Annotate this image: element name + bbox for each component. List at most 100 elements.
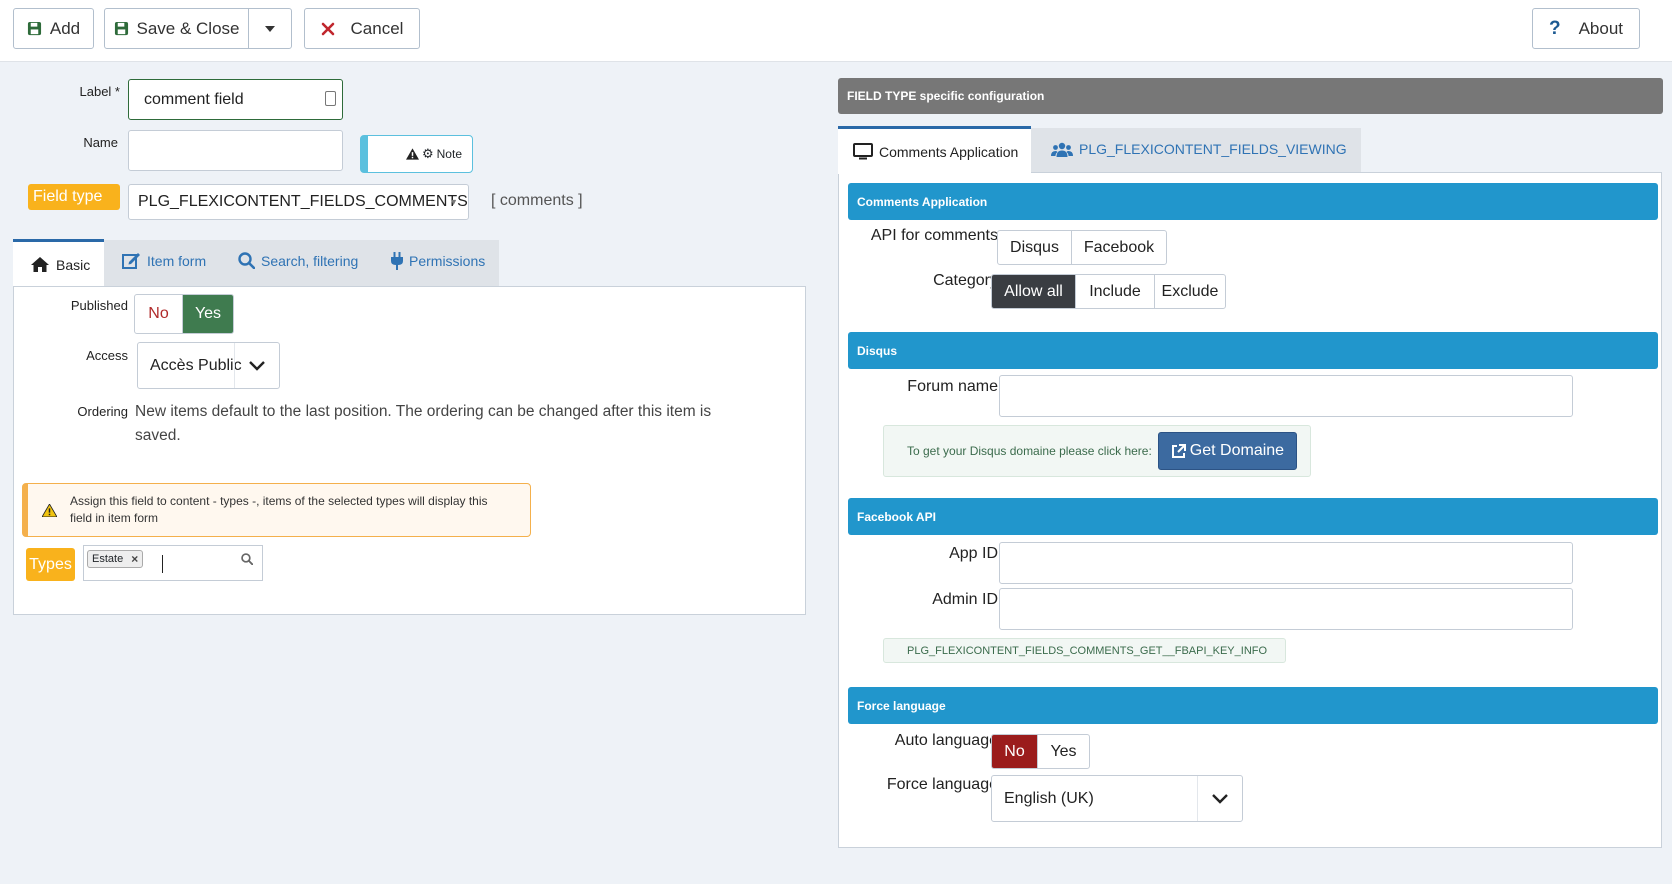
warning-icon [405, 148, 419, 160]
section-force-language: Force language [848, 687, 1658, 724]
question-icon: ? [1548, 17, 1561, 39]
contact-card-icon [325, 91, 336, 106]
caret-down-icon [265, 25, 275, 32]
toolbar: Add Save & Close Cancel ? About [0, 0, 1672, 62]
field-type-badge: Field type [28, 184, 120, 210]
cancel-button-label: Cancel [350, 18, 404, 38]
disqus-info-text: To get your Disqus domaine please click … [907, 444, 1152, 458]
field-type-config-header: FIELD TYPE specific configuration [838, 78, 1663, 114]
name-input[interactable] [128, 130, 343, 171]
admin-id-label: Admin ID [932, 591, 998, 608]
tab-viewing-label: PLG_FLEXICONTENT_FIELDS_VIEWING [1079, 141, 1347, 157]
field-type-code: [ comments ] [491, 192, 583, 209]
types-multiselect[interactable]: Estate × [83, 545, 263, 581]
admin-id-input[interactable] [999, 588, 1573, 630]
note-label: Note [436, 147, 462, 161]
force-language-value: English (UK) [1004, 789, 1094, 807]
add-button-label: Add [49, 18, 81, 38]
home-icon [31, 257, 49, 272]
types-search-caret[interactable] [162, 555, 163, 573]
fbapi-info: PLG_FLEXICONTENT_FIELDS_COMMENTS_GET__FB… [883, 638, 1286, 663]
remove-tag-icon[interactable]: × [131, 552, 138, 566]
name-field-label: Name [83, 135, 118, 150]
access-label: Access [86, 348, 128, 363]
tab-basic-label: Basic [56, 256, 91, 273]
category-label: Category [933, 272, 998, 289]
auto-language-toggle[interactable]: No Yes [991, 734, 1090, 769]
published-label: Published [70, 298, 128, 313]
monitor-icon [853, 143, 873, 160]
fbapi-info-text: PLG_FLEXICONTENT_FIELDS_COMMENTS_GET__FB… [907, 644, 1268, 657]
about-button-label: About [1578, 18, 1624, 38]
tab-permissions-label: Permissions [409, 253, 486, 269]
tab-basic[interactable]: Basic [13, 239, 104, 287]
tab-viewing[interactable]: PLG_FLEXICONTENT_FIELDS_VIEWING [1051, 141, 1347, 157]
types-badge: Types [26, 548, 75, 581]
section-comments-application: Comments Application [848, 183, 1658, 220]
category-include-option[interactable]: Include [1076, 275, 1155, 308]
save-icon [27, 21, 41, 36]
published-no-option[interactable]: No [135, 295, 183, 333]
note-button[interactable]: ⚙ Note [360, 135, 473, 173]
tab-item-form-label: Item form [147, 252, 207, 269]
forum-name-label: Forum name [907, 378, 998, 395]
label-input[interactable]: comment field [128, 79, 343, 120]
auto-language-label: Auto language [894, 732, 998, 749]
field-type-select[interactable]: PLG_FLEXICONTENT_FIELDS_COMMENTS ▼ [128, 184, 469, 220]
category-exclude-option[interactable]: Exclude [1155, 275, 1225, 308]
auto-language-yes-option[interactable]: Yes [1038, 735, 1089, 768]
get-domaine-button[interactable]: Get Domaine [1157, 432, 1298, 470]
force-language-label: Force language [886, 776, 998, 793]
forum-name-input[interactable] [999, 375, 1573, 417]
section-disqus: Disqus [848, 332, 1658, 369]
get-domaine-label: Get Domaine [1189, 442, 1285, 459]
save-options-dropdown[interactable] [248, 8, 292, 49]
tab-search-filtering-label: Search, filtering [261, 252, 359, 269]
cancel-button[interactable]: Cancel [304, 8, 420, 49]
category-toggle[interactable]: Allow all Include Exclude [991, 274, 1226, 309]
add-button[interactable]: Add [13, 8, 94, 49]
force-language-select[interactable]: English (UK) [991, 775, 1243, 822]
users-icon [1051, 142, 1073, 157]
save-close-button[interactable]: Save & Close [104, 8, 249, 49]
field-type-value: PLG_FLEXICONTENT_FIELDS_COMMENTS [138, 193, 468, 210]
chevron-down-icon [234, 343, 279, 388]
label-input-value: comment field [144, 90, 244, 108]
tab-comments-application[interactable]: Comments Application [838, 126, 1031, 174]
api-for-comments-toggle[interactable]: Disqus Facebook [997, 230, 1167, 265]
gear-icon: ⚙ [421, 146, 434, 161]
category-allow-all-option[interactable]: Allow all [992, 275, 1076, 308]
close-icon [321, 22, 334, 35]
edit-icon [122, 253, 140, 269]
disqus-domaine-info: To get your Disqus domaine please click … [883, 425, 1311, 477]
published-toggle[interactable]: No Yes [134, 294, 234, 334]
tab-comments-application-label: Comments Application [879, 143, 1019, 160]
ordering-label: Ordering [77, 404, 128, 419]
api-disqus-option[interactable]: Disqus [998, 231, 1072, 264]
ordering-text: New items default to the last position. … [135, 403, 712, 444]
external-link-icon [1171, 443, 1186, 458]
access-select[interactable]: Accès Public [137, 342, 280, 389]
types-warning-text: Assign this field to content - types -, … [70, 494, 488, 525]
app-id-label: App ID [949, 545, 998, 562]
section-facebook-api: Facebook API [848, 498, 1658, 535]
tab-item-form[interactable]: Item form [122, 252, 206, 269]
caret-down-icon: ▼ [449, 197, 458, 207]
search-icon [238, 252, 255, 269]
types-warning: Assign this field to content - types -, … [22, 483, 531, 537]
app-id-input[interactable] [999, 542, 1573, 584]
auto-language-no-option[interactable]: No [992, 735, 1038, 768]
api-facebook-option[interactable]: Facebook [1072, 231, 1166, 264]
chevron-down-icon [1197, 776, 1242, 821]
label-field-label: Label * [79, 84, 120, 99]
published-yes-option[interactable]: Yes [183, 295, 233, 333]
tab-search-filtering[interactable]: Search, filtering [238, 252, 358, 269]
api-for-comments-label: API for comments [870, 227, 998, 244]
warning-icon [42, 503, 57, 517]
types-tag: Estate × [87, 550, 144, 568]
about-button[interactable]: ? About [1532, 8, 1640, 49]
access-value: Accès Public [150, 356, 242, 374]
tab-permissions[interactable]: Permissions [391, 252, 485, 270]
search-icon [241, 553, 253, 565]
types-tag-label: Estate [92, 553, 124, 565]
